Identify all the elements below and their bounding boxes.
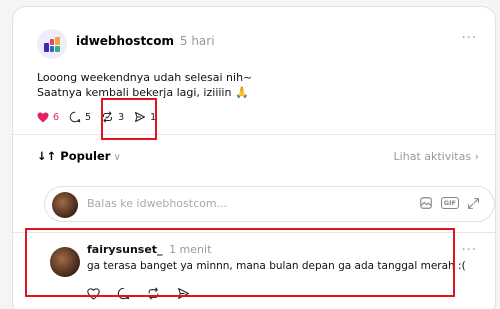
- post-author: idwebhostcom 5 hari: [76, 34, 215, 48]
- reply-count: 5: [85, 111, 92, 123]
- reply-input[interactable]: Balas ke idwebhostcom...: [87, 197, 227, 210]
- like-count: 6: [53, 111, 60, 123]
- view-activity-link[interactable]: Lihat aktivitas ›: [394, 150, 479, 163]
- heart-icon: [37, 112, 49, 122]
- chevron-down-icon: ∨: [113, 152, 121, 163]
- reply-button[interactable]: 5: [69, 111, 91, 123]
- reply-tools: GIF: [411, 196, 480, 210]
- avatar: [52, 192, 78, 218]
- post-line-1: Looong weekendnya udah selesai nih~: [37, 71, 253, 84]
- post-author-name[interactable]: idwebhostcom: [76, 34, 174, 48]
- chevron-right-icon: ›: [474, 150, 479, 163]
- expand-icon[interactable]: [467, 197, 480, 210]
- post-time: 5 hari: [179, 34, 215, 48]
- reply-composer[interactable]: Balas ke idwebhostcom... GIF: [44, 186, 495, 222]
- image-icon[interactable]: [419, 196, 433, 210]
- post-more-icon[interactable]: ···: [462, 31, 477, 46]
- comment-more-icon[interactable]: ···: [462, 243, 477, 258]
- post: idwebhostcom 5 hari ··· Looong weekendny…: [13, 7, 495, 135]
- sort-dropdown[interactable]: ↓↑ Populer ∨: [37, 149, 121, 163]
- comment-bubble-icon: [69, 111, 81, 123]
- gif-icon[interactable]: GIF: [440, 196, 459, 210]
- brand-logo-icon[interactable]: [37, 29, 67, 59]
- repost-highlight: [101, 98, 157, 140]
- comment-highlight: [25, 228, 455, 297]
- sort-label: ↓↑ Populer: [37, 149, 111, 163]
- post-text: Looong weekendnya udah selesai nih~ Saat…: [37, 70, 252, 100]
- view-activity-label: Lihat aktivitas: [393, 150, 472, 163]
- like-button[interactable]: 6: [37, 112, 59, 123]
